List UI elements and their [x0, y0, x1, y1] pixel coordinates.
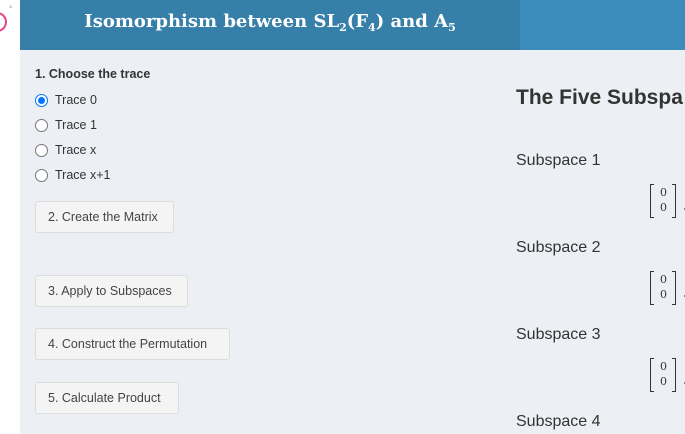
radio-trace-x-plus-1[interactable]: Trace x+1 [35, 168, 110, 182]
header-title-bar: Isomorphism between SL2(F4) and A5 [20, 0, 520, 50]
bracket-left [650, 358, 654, 392]
pink-circle-icon [0, 12, 7, 32]
bracket-right [672, 271, 676, 305]
sidebar-panel [20, 50, 502, 434]
radio-label: Trace x [55, 143, 97, 157]
bracket-right [672, 184, 676, 218]
radio-trace-x[interactable]: Trace x [35, 143, 96, 157]
radio-trace-1[interactable]: Trace 1 [35, 118, 97, 132]
subspaces-heading: The Five Subspa [516, 86, 683, 109]
radio-button-icon[interactable] [35, 168, 48, 182]
subspace-1-label: Subspace 1 [516, 152, 601, 169]
subspace-3-vector: 0 0 [650, 358, 680, 394]
radio-label: Trace x+1 [55, 168, 111, 182]
step1-label: 1. Choose the trace [35, 67, 151, 81]
apply-subspaces-button[interactable]: 3. Apply to Subspaces [35, 275, 188, 307]
subspace-2-label: Subspace 2 [516, 239, 601, 256]
radio-button-icon[interactable] [35, 93, 48, 107]
vector-entry: 0 [660, 186, 667, 199]
radio-trace-0[interactable]: Trace 0 [35, 93, 97, 107]
bracket-right [672, 358, 676, 392]
vector-entry: 0 [660, 360, 667, 373]
create-matrix-button[interactable]: 2. Create the Matrix [35, 201, 174, 233]
vector-entry: 0 [660, 288, 667, 301]
bracket-left [650, 184, 654, 218]
subspace-4-label: Subspace 4 [516, 413, 601, 430]
construct-permutation-button[interactable]: 4. Construct the Permutation [35, 328, 230, 360]
subspace-2-vector: 0 0 [650, 271, 680, 307]
bracket-left [650, 271, 654, 305]
radio-button-icon[interactable] [35, 118, 48, 132]
page-title: Isomorphism between SL2(F4) and A5 [84, 11, 456, 34]
radio-label: Trace 1 [55, 118, 97, 132]
radio-button-icon[interactable] [35, 143, 48, 157]
subspace-3-label: Subspace 3 [516, 326, 601, 343]
header-navbar [520, 0, 685, 50]
vector-entry: 0 [660, 201, 667, 214]
vector-entry: 0 [660, 375, 667, 388]
radio-label: Trace 0 [55, 93, 97, 107]
calculate-product-button[interactable]: 5. Calculate Product [35, 382, 179, 414]
subspace-1-vector: 0 0 [650, 184, 680, 220]
corner-mark-icon: ▴ [9, 2, 13, 10]
app-page: ▴ Isomorphism between SL2(F4) and A5 1. … [0, 0, 685, 434]
vector-entry: 0 [660, 273, 667, 286]
left-edge-strip: ▴ [0, 0, 20, 434]
